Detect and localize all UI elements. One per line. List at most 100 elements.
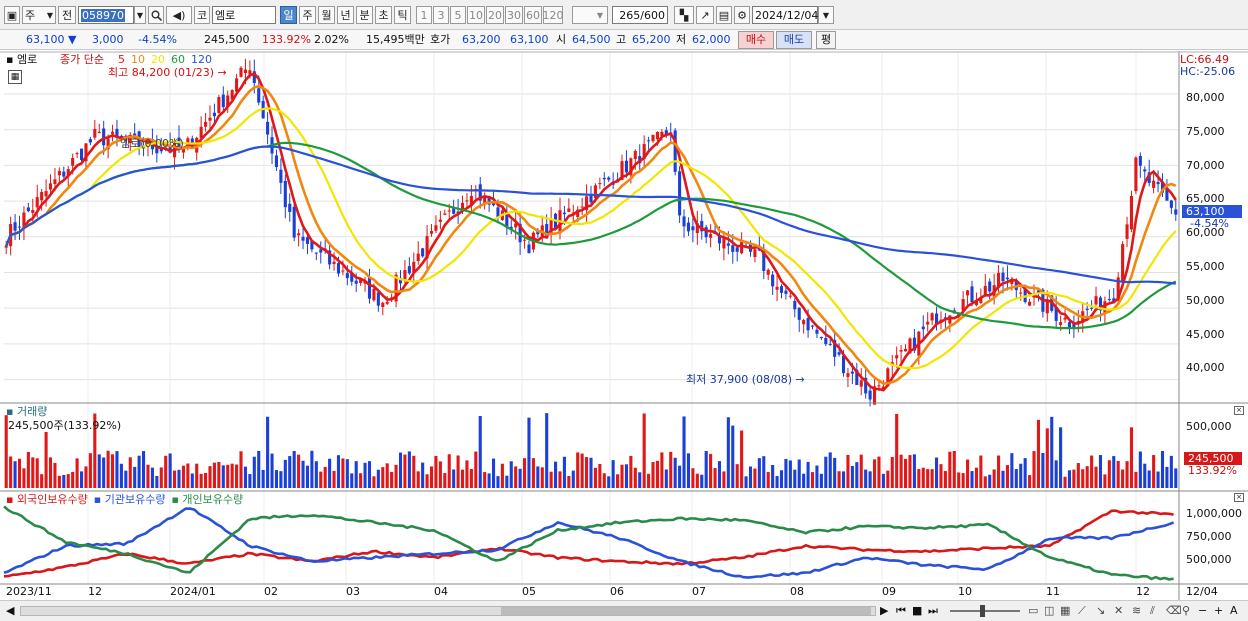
volume-bar (855, 462, 859, 488)
cross-tool-icon[interactable]: ✕ (1114, 604, 1123, 617)
volume-bar (1041, 453, 1045, 488)
volume-bar (1067, 470, 1072, 488)
period-tab[interactable]: 초 (375, 6, 392, 24)
channel-tool-icon[interactable]: ⫽ (1150, 604, 1155, 617)
period-tab[interactable]: 년 (337, 6, 354, 24)
horizontal-scrollbar[interactable] (20, 606, 876, 616)
fib-tool-icon[interactable]: ≋ (1132, 604, 1141, 617)
candle-body (810, 325, 815, 327)
candle-body (686, 222, 691, 232)
period-tab[interactable]: 주 (299, 6, 316, 24)
candle-body (624, 160, 628, 173)
volume-bar (1028, 475, 1032, 488)
volume-bar (1045, 428, 1049, 488)
scroll-right-icon[interactable]: ▶ (880, 604, 888, 617)
speaker-icon[interactable]: ◀) (166, 6, 192, 24)
count-input[interactable]: 265/600 (612, 6, 668, 24)
candle-body (598, 183, 602, 185)
interval-dropdown[interactable]: ▼ (572, 6, 608, 24)
scroll-thumb[interactable] (501, 607, 871, 615)
draw-tool-icon[interactable]: ↗ (696, 6, 714, 24)
volume-bar (115, 451, 119, 488)
volume-bar (283, 459, 287, 488)
volume-bar (208, 466, 212, 488)
interval-button[interactable]: 20 (486, 6, 504, 24)
close-icon[interactable]: × (1234, 493, 1244, 502)
volume-bar (421, 462, 425, 488)
period-tab[interactable]: 월 (318, 6, 335, 24)
calendar-dropdown-icon[interactable]: ▼ (818, 6, 834, 24)
candle-body (279, 169, 283, 183)
eval-button[interactable]: 평 (816, 31, 836, 49)
interval-button[interactable]: 3 (433, 6, 449, 24)
volume-bar (850, 466, 854, 488)
grid-icon[interactable]: ▦ (1060, 604, 1070, 617)
text-size-icon[interactable]: A (1230, 604, 1238, 617)
interval-button[interactable]: 1 (416, 6, 432, 24)
quote-volume-ratio: 133.92% (262, 33, 311, 46)
candle-body (1063, 317, 1067, 320)
zoom-icon[interactable]: ⚲ (1182, 604, 1190, 617)
volume-bar (44, 431, 48, 488)
interval-button[interactable]: 120 (543, 6, 564, 24)
quote-change: 3,000 (92, 33, 124, 46)
stock-chart[interactable] (0, 51, 1248, 600)
layout-icon[interactable]: ▭ (1028, 604, 1038, 617)
stock-name-field[interactable]: 엠로 (212, 6, 276, 24)
overlay-note: 엠로(0.00%) (120, 137, 184, 150)
scroll-left-icon[interactable]: ◀ (6, 604, 14, 617)
volume-bar (1063, 476, 1067, 488)
zoom-in-icon[interactable]: + (1214, 604, 1223, 617)
volume-bar (983, 476, 987, 488)
period-tab[interactable]: 분 (356, 6, 373, 24)
forward-icon[interactable]: ⏭ (928, 604, 938, 617)
volume-bar (908, 455, 912, 488)
window-menu-icon[interactable]: ▣ (4, 6, 20, 24)
volume-bar (75, 458, 79, 488)
volume-bar (1001, 470, 1005, 488)
volume-bar (810, 472, 815, 488)
sell-button[interactable]: 매도 (776, 31, 812, 49)
split-icon[interactable]: ◫ (1044, 604, 1054, 617)
prev-label: 전 (61, 9, 73, 22)
candle-body (438, 219, 442, 222)
rewind-icon[interactable]: ⏮ (896, 604, 906, 617)
volume-bar (602, 473, 606, 488)
stop-icon[interactable]: ■ (912, 604, 922, 617)
period-tab[interactable]: 틱 (394, 6, 411, 24)
volume-title: ▪ 거래량 (6, 405, 48, 418)
interval-button[interactable]: 5 (450, 6, 466, 24)
erase-tool-icon[interactable]: ⌫ (1166, 604, 1182, 617)
interval-button[interactable]: 30 (505, 6, 523, 24)
volume-bar (1121, 469, 1125, 488)
interval-button[interactable]: 10 (467, 6, 485, 24)
close-icon[interactable]: × (1234, 406, 1244, 415)
gear-icon[interactable]: ⚙ (734, 6, 750, 24)
buy-button[interactable]: 매수 (738, 31, 774, 49)
name-prefix-button[interactable]: 코 (194, 6, 210, 24)
zoom-slider[interactable] (950, 605, 1020, 617)
date-input[interactable]: 2024/12/04 (752, 6, 818, 24)
volume-bar (350, 473, 354, 488)
volume-bar (248, 474, 252, 488)
zoom-out-icon[interactable]: − (1198, 604, 1207, 617)
volume-bar (1005, 465, 1009, 488)
candle-body (372, 288, 376, 301)
trend-icon[interactable]: ⟋ (1078, 604, 1086, 617)
interval-button[interactable]: 60 (524, 6, 542, 24)
candle-body (1152, 180, 1156, 188)
code-dropdown-icon[interactable]: ▼ (134, 6, 146, 24)
indicator-icon[interactable]: ▚ (674, 6, 694, 24)
market-select[interactable]: 주 ▼ (22, 6, 56, 24)
period-tab[interactable]: 일 (280, 6, 297, 24)
prev-button[interactable]: 전 (58, 6, 76, 24)
save-icon[interactable]: ▤ (716, 6, 732, 24)
search-icon[interactable] (148, 6, 164, 24)
volume-bar (647, 473, 651, 488)
code-input[interactable]: 058970 (78, 6, 134, 24)
volume-bar (341, 458, 345, 488)
line-tool-icon[interactable]: ↘ (1096, 604, 1105, 617)
candle-body (647, 140, 651, 142)
zoom-slider-thumb[interactable] (980, 605, 985, 617)
grid-toggle-icon[interactable]: ▦ (8, 70, 22, 84)
